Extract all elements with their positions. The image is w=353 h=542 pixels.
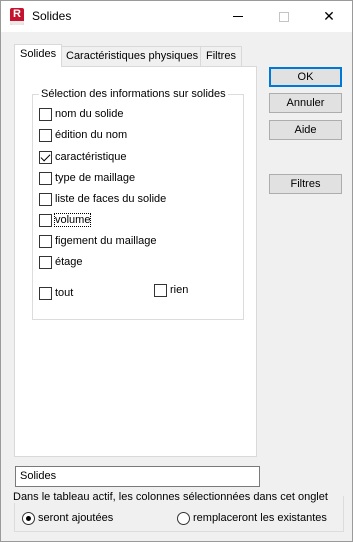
checkbox-label: étage xyxy=(55,256,83,268)
maximize-icon xyxy=(279,11,289,22)
checkbox-tout[interactable]: tout xyxy=(39,285,73,301)
checkbox-box[interactable] xyxy=(39,255,52,269)
columns-group-legend: Dans le tableau actif, les colonnes séle… xyxy=(11,491,330,503)
checkbox-box[interactable] xyxy=(39,171,52,185)
checkbox-liste-de-faces[interactable]: liste de faces du solide xyxy=(39,191,166,207)
help-button[interactable]: Aide xyxy=(269,120,342,140)
checkbox-label: édition du nom xyxy=(55,129,128,141)
radio-button[interactable] xyxy=(177,511,190,525)
radio-label: seront ajoutées xyxy=(38,512,114,524)
title-bar[interactable]: R Solides ✕ xyxy=(1,1,352,32)
checkbox-box[interactable] xyxy=(39,234,52,248)
checkbox-label: caractéristique xyxy=(55,151,127,163)
checkbox-nom-du-solide[interactable]: nom du solide xyxy=(39,106,124,122)
tab-solides[interactable]: Solides xyxy=(14,44,63,67)
radio-label: remplaceront les existantes xyxy=(193,512,327,524)
cancel-button[interactable]: Annuler xyxy=(269,93,342,113)
checkbox-label: tout xyxy=(55,287,74,299)
checkbox-box[interactable] xyxy=(154,283,167,297)
selection-groupbox: Sélection des informations sur solides n… xyxy=(32,88,244,320)
close-icon: ✕ xyxy=(323,8,335,24)
checkbox-box[interactable] xyxy=(39,192,52,206)
checkbox-volume[interactable]: volume xyxy=(39,212,92,228)
close-button[interactable]: ✕ xyxy=(306,1,352,32)
selection-name-input[interactable]: Solides xyxy=(15,466,260,487)
checkbox-label: figement du maillage xyxy=(55,235,157,247)
radio-button-selected[interactable] xyxy=(22,511,35,525)
maximize-button xyxy=(261,1,307,32)
checkbox-box-checked[interactable] xyxy=(39,150,52,164)
checkbox-etage[interactable]: étage xyxy=(39,254,83,270)
radio-remplaceront-les-existantes[interactable]: remplaceront les existantes xyxy=(177,511,327,525)
app-logo-icon: R xyxy=(10,8,24,25)
checkbox-rien[interactable]: rien xyxy=(154,282,188,298)
checkbox-caracteristique[interactable]: caractéristique xyxy=(39,149,127,165)
checkbox-label: rien xyxy=(170,284,189,296)
dialog-window: R Solides ✕ Solides Caractéristiques phy… xyxy=(0,0,353,542)
checkbox-box[interactable] xyxy=(39,213,52,227)
checkbox-box[interactable] xyxy=(39,128,52,142)
window-title: Solides xyxy=(32,9,72,23)
checkbox-box[interactable] xyxy=(39,107,52,121)
checkbox-edition-du-nom[interactable]: édition du nom xyxy=(39,127,127,143)
checkbox-figement-du-maillage[interactable]: figement du maillage xyxy=(39,233,157,249)
app-icon-letter: R xyxy=(13,8,21,20)
minimize-button[interactable] xyxy=(215,1,261,32)
checkbox-label: nom du solide xyxy=(55,108,124,120)
minimize-icon xyxy=(233,16,243,17)
checkbox-label: volume xyxy=(53,213,92,227)
radio-seront-ajoutees[interactable]: seront ajoutées xyxy=(22,511,113,525)
tab-filtres[interactable]: Filtres xyxy=(200,46,242,66)
ok-button[interactable]: OK xyxy=(269,67,342,87)
tab-caracteristiques-physiques[interactable]: Caractéristiques physiques xyxy=(60,46,205,66)
checkbox-label: liste de faces du solide xyxy=(55,193,167,205)
filters-button[interactable]: Filtres xyxy=(269,174,342,194)
checkbox-type-de-maillage[interactable]: type de maillage xyxy=(39,170,135,186)
selection-group-legend: Sélection des informations sur solides xyxy=(39,88,228,100)
checkbox-box[interactable] xyxy=(39,286,52,300)
tab-panel-solides: Sélection des informations sur solides n… xyxy=(14,66,257,457)
checkbox-label: type de maillage xyxy=(55,172,136,184)
